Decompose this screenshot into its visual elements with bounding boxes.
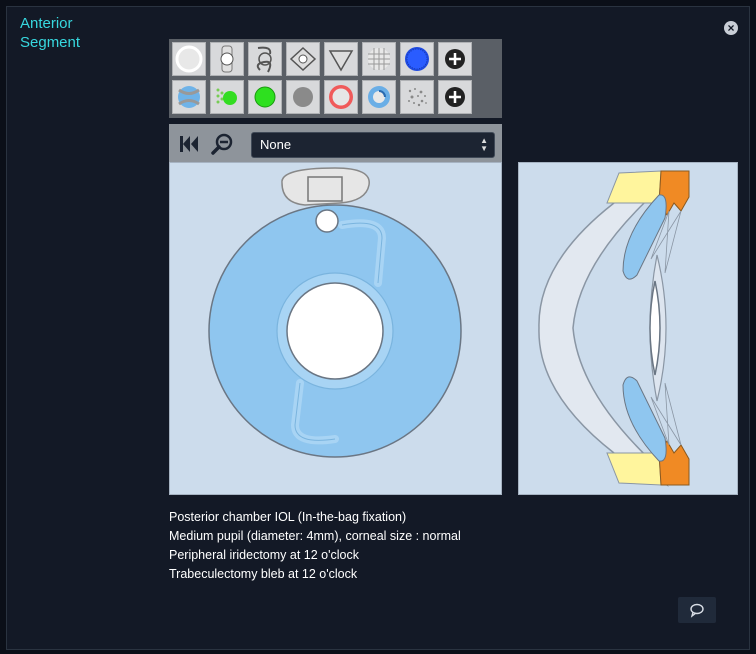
scatter-icon[interactable]: [400, 80, 434, 114]
speech-bubble-icon: [690, 603, 704, 618]
note-line: Posterior chamber IOL (In-the-bag fixati…: [169, 510, 407, 524]
anterior-segment-panel: Anterior Segment × None ▲ ▼ Posterior ch…: [6, 6, 750, 650]
add-icon[interactable]: [438, 80, 472, 114]
iol-diamond-icon[interactable]: [286, 42, 320, 76]
note-line: Trabeculectomy bleb at 12 o'clock: [169, 567, 358, 581]
front-view-drawing: [208, 167, 462, 458]
panel-title: Anterior Segment: [20, 15, 81, 51]
gray-circle-icon[interactable]: [286, 80, 320, 114]
viewer-toolbar: None ▲ ▼: [169, 124, 502, 162]
note-line: Peripheral iridectomy at 12 o'clock: [169, 548, 359, 562]
iol-triangle-icon[interactable]: [324, 42, 358, 76]
mesh-pattern-icon[interactable]: [362, 42, 396, 76]
note-line: Medium pupil (diameter: 4mm), corneal si…: [169, 529, 461, 543]
anterior-cross-section-canvas[interactable]: [518, 162, 738, 495]
angle-yellow-top: [606, 170, 662, 204]
angle-yellow-bottom: [606, 452, 662, 486]
iol-haptic-icon[interactable]: [248, 42, 282, 76]
cornea-circle-icon[interactable]: [172, 42, 206, 76]
scleral-flap: [307, 176, 343, 202]
skip-first-icon[interactable]: [177, 132, 201, 156]
zoom-out-icon[interactable]: [211, 132, 235, 156]
blue-swirl-icon[interactable]: [362, 80, 396, 114]
layer-select[interactable]: None ▲ ▼: [251, 132, 495, 158]
layer-select-value: None: [260, 137, 292, 152]
anterior-front-view-canvas[interactable]: [169, 162, 502, 495]
add-icon[interactable]: [438, 42, 472, 76]
close-icon[interactable]: ×: [724, 21, 738, 35]
findings-notes: Posterior chamber IOL (In-the-bag fixati…: [169, 508, 461, 584]
cross-section-drawing: [538, 170, 690, 487]
drawing-toolbar: [169, 39, 502, 118]
comment-button[interactable]: [678, 597, 716, 623]
peripheral-iridectomy: [315, 209, 339, 233]
select-arrows-icon: ▲ ▼: [480, 136, 488, 153]
green-dot-pattern-icon[interactable]: [210, 80, 244, 114]
red-ring-icon[interactable]: [324, 80, 358, 114]
pupil-hourglass-icon[interactable]: [172, 80, 206, 114]
iol-optic-icon[interactable]: [210, 42, 244, 76]
blue-dots-icon[interactable]: [400, 42, 434, 76]
pupil: [286, 282, 384, 380]
green-circle-icon[interactable]: [248, 80, 282, 114]
